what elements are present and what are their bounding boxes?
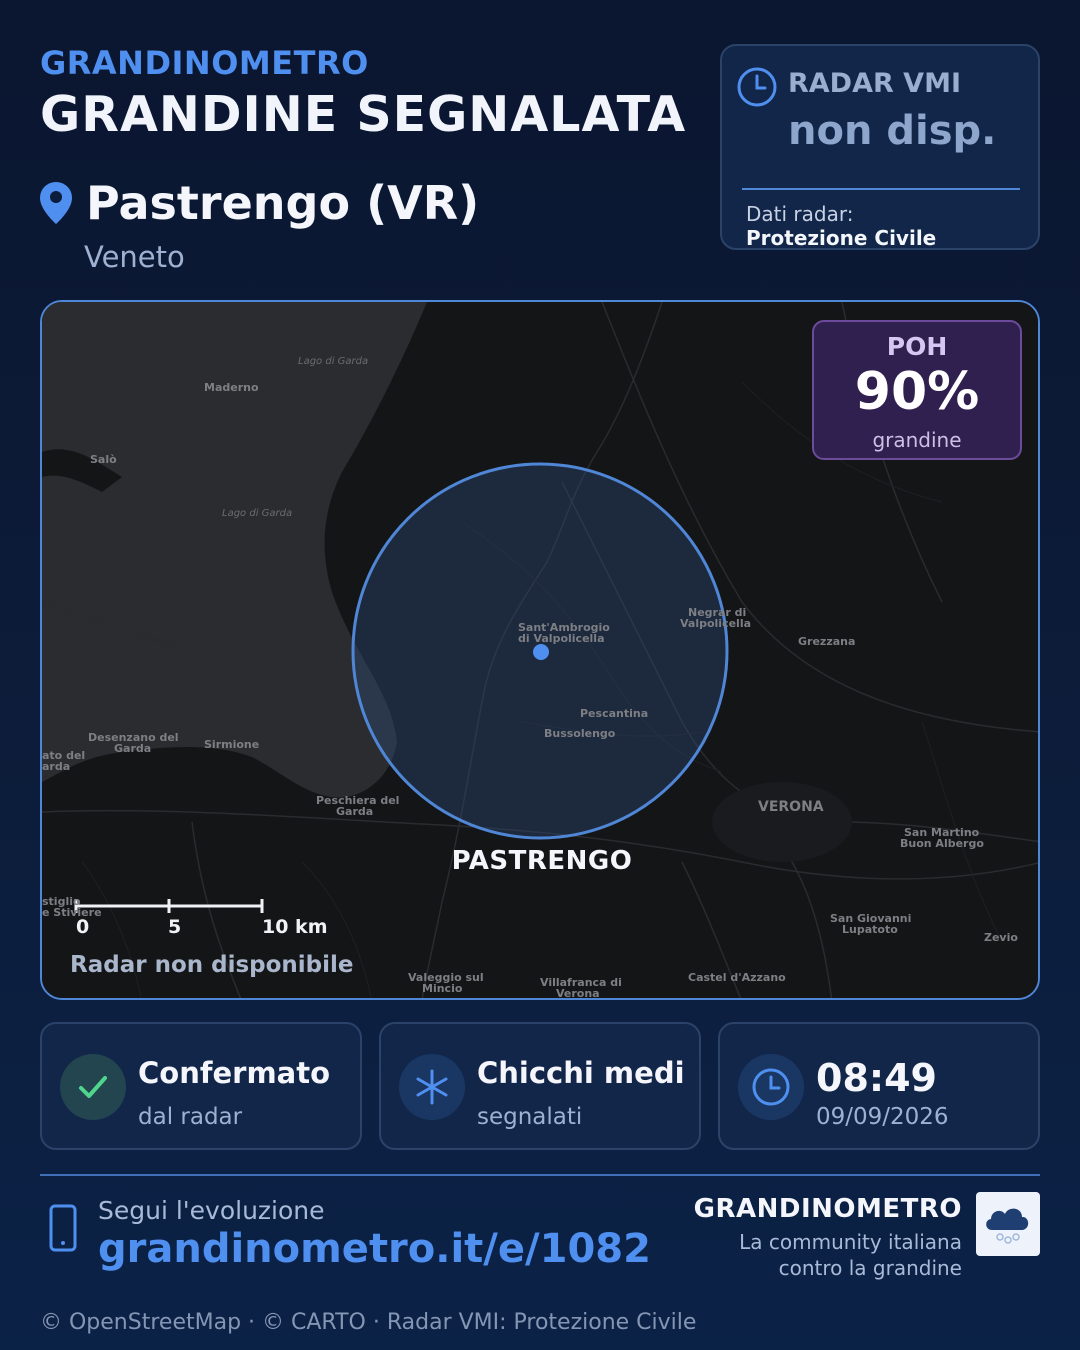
place-label: Lupatoto — [842, 923, 898, 936]
radar-status-card: RADAR VMI non disp. Dati radar: Protezio… — [720, 44, 1040, 250]
footer-divider — [40, 1174, 1040, 1176]
event-url-link[interactable]: grandinometro.it/e/1082 — [98, 1226, 651, 1272]
radar-source-label: Dati radar: — [746, 202, 854, 226]
radar-value: non disp. — [788, 108, 997, 154]
place-label: Lago di Garda — [222, 508, 293, 519]
clock-icon — [738, 1054, 804, 1120]
stat-card-confirmed: Confermato dal radar — [40, 1022, 362, 1150]
place-label: Grezzana — [798, 635, 856, 648]
map-center-label: PASTRENGO — [451, 846, 633, 876]
radar-label: RADAR VMI — [788, 68, 961, 99]
location-name: Pastrengo (VR) — [86, 176, 480, 230]
place-label: Bussolengo — [544, 727, 616, 740]
stat-subtitle: segnalati — [477, 1104, 583, 1130]
place-label: Garda — [336, 805, 374, 818]
event-date: 09/09/2026 — [816, 1104, 949, 1130]
poh-value: 90% — [854, 362, 980, 422]
place-label: Pescantina — [580, 707, 649, 720]
footer-tagline: contro la grandine — [778, 1256, 962, 1280]
region-name: Veneto — [84, 240, 185, 274]
footer-tagline: La community italiana — [739, 1230, 962, 1254]
place-label: di Valpolicella — [518, 632, 605, 645]
brand-heading: GRANDINOMETRO — [40, 44, 369, 82]
radar-unavailable-note: Radar non disponibile — [70, 952, 354, 978]
phone-icon — [49, 1204, 77, 1252]
place-label: e Stiviere — [42, 906, 102, 919]
location-row: Pastrengo (VR) — [38, 176, 479, 230]
scale-tick-label: 0 — [76, 916, 90, 938]
location-pin-icon — [40, 182, 72, 224]
stat-card-time: 08:49 09/09/2026 — [718, 1022, 1040, 1150]
stat-title: Chicchi medi — [477, 1056, 685, 1090]
place-label: Mincio — [422, 982, 463, 995]
snowflake-icon — [399, 1054, 465, 1120]
check-icon — [60, 1054, 126, 1120]
poh-badge: POH 90% grandine — [812, 320, 1022, 460]
map-panel[interactable]: Lago di Garda Maderno Salò Lago di Garda… — [40, 300, 1040, 1000]
scale-tick-label: 10 km — [262, 916, 328, 938]
scale-tick-label: 5 — [168, 916, 182, 938]
stat-card-hail-size: Chicchi medi segnalati — [379, 1022, 701, 1150]
event-time: 08:49 — [816, 1056, 937, 1100]
place-label: Sirmione — [204, 738, 260, 751]
place-label: Castel d'Azzano — [688, 971, 786, 984]
place-label: Zevio — [984, 931, 1018, 944]
poh-label: POH — [886, 332, 948, 361]
hail-cloud-icon — [986, 1208, 1029, 1244]
location-marker — [533, 644, 549, 660]
place-label: VERONA — [758, 799, 824, 815]
place-label: Lago di Garda — [298, 356, 369, 367]
page-title: GRANDINE SEGNALATA — [40, 86, 687, 143]
radar-source-value: Protezione Civile — [746, 226, 937, 250]
logo — [976, 1192, 1040, 1256]
clock-icon — [737, 67, 777, 107]
poh-sublabel: grandine — [872, 428, 962, 452]
stat-subtitle: dal radar — [138, 1104, 243, 1130]
follow-label: Segui l'evoluzione — [98, 1196, 325, 1225]
place-label: Maderno — [204, 381, 259, 394]
footer-brand: GRANDINOMETRO — [693, 1194, 962, 1224]
place-label: arda — [42, 760, 71, 773]
divider — [742, 188, 1020, 190]
place-label: Verona — [556, 987, 600, 1000]
stat-title: Confermato — [138, 1056, 331, 1090]
map-attribution: © OpenStreetMap · © CARTO · Radar VMI: P… — [40, 1310, 697, 1335]
place-label: Garda — [114, 742, 152, 755]
place-label: Salò — [90, 453, 117, 466]
place-label: Valpolicella — [680, 617, 752, 630]
